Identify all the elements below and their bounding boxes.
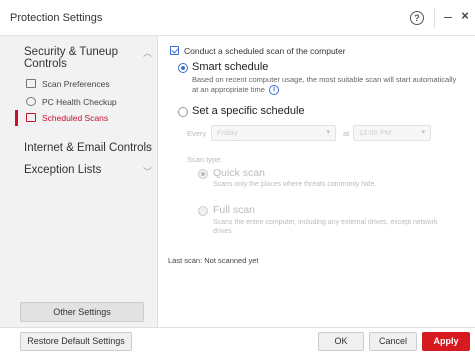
sidebar-section-label: Exception Lists bbox=[24, 164, 102, 176]
scan-preferences-icon bbox=[26, 79, 36, 88]
quick-scan-description: Scans only the places where threats comm… bbox=[213, 181, 377, 188]
specific-schedule-label: Set a specific schedule bbox=[192, 105, 305, 117]
every-day-select[interactable]: Friday ▾ bbox=[211, 125, 336, 141]
sidebar-section-label: Internet & Email Controls bbox=[24, 142, 152, 154]
gauge-icon bbox=[26, 97, 36, 106]
sidebar-item-label: PC Health Checkup bbox=[42, 97, 117, 107]
active-indicator bbox=[15, 110, 18, 126]
apply-button[interactable]: Apply bbox=[422, 332, 470, 351]
minimize-button[interactable]: – bbox=[442, 9, 454, 24]
chevron-down-icon: ▾ bbox=[421, 129, 425, 136]
sidebar-item-label: Scan Preferences bbox=[42, 79, 110, 89]
time-select[interactable]: 12:00 PM ▾ bbox=[353, 125, 431, 141]
conduct-scan-label: Conduct a scheduled scan of the computer bbox=[184, 46, 346, 56]
titlebar-separator bbox=[434, 8, 435, 28]
quick-scan-label: Quick scan bbox=[213, 167, 265, 179]
sidebar-section-internet-email[interactable]: Internet & Email Controls bbox=[24, 142, 152, 154]
title-bar: Protection Settings ? – × bbox=[0, 0, 475, 36]
chevron-down-icon[interactable]: ﹀ bbox=[143, 165, 152, 178]
sidebar-section-label: Security & Tuneup Controls bbox=[24, 46, 118, 70]
smart-schedule-radio[interactable] bbox=[178, 63, 188, 73]
chevron-down-icon[interactable]: ﹀ bbox=[143, 143, 152, 156]
full-scan-description: Scans the entire computer, including any… bbox=[213, 219, 438, 235]
close-button[interactable]: × bbox=[459, 9, 471, 23]
window-title: Protection Settings bbox=[10, 12, 103, 24]
main-content: Conduct a scheduled scan of the computer… bbox=[159, 36, 475, 327]
every-day-value: Friday bbox=[217, 128, 238, 137]
sidebar-item-label: Scheduled Scans bbox=[42, 113, 109, 123]
full-scan-label: Full scan bbox=[213, 204, 256, 216]
scan-type-label: Scan type: bbox=[187, 155, 223, 164]
sidebar-section-security-tuneup[interactable]: Security & Tuneup Controls bbox=[24, 46, 134, 70]
restore-default-settings-button[interactable]: Restore Default Settings bbox=[20, 332, 132, 351]
last-scan-status: Last scan: Not scanned yet bbox=[168, 256, 259, 265]
footer-bar: Restore Default Settings OK Cancel Apply bbox=[0, 327, 475, 353]
help-icon[interactable]: ? bbox=[410, 11, 424, 25]
smart-schedule-description-text: Based on recent computer usage, the most… bbox=[192, 75, 457, 94]
at-label: at bbox=[343, 129, 350, 138]
smart-schedule-label: Smart schedule bbox=[192, 61, 269, 73]
chevron-up-icon[interactable]: ︿ bbox=[143, 46, 152, 59]
smart-schedule-description: Based on recent computer usage, the most… bbox=[192, 75, 462, 96]
sidebar: Security & Tuneup Controls ︿ Scan Prefer… bbox=[0, 36, 158, 327]
full-scan-radio[interactable] bbox=[198, 206, 208, 216]
chevron-down-icon: ▾ bbox=[326, 129, 330, 136]
quick-scan-radio[interactable] bbox=[198, 169, 208, 179]
conduct-scan-checkbox[interactable] bbox=[170, 46, 179, 55]
ok-button[interactable]: OK bbox=[318, 332, 364, 351]
info-icon[interactable]: i bbox=[269, 85, 280, 96]
cancel-button[interactable]: Cancel bbox=[369, 332, 417, 351]
other-settings-button[interactable]: Other Settings bbox=[20, 302, 144, 322]
specific-schedule-radio[interactable] bbox=[178, 107, 188, 117]
every-label: Every bbox=[187, 129, 207, 138]
sidebar-section-exception-lists[interactable]: Exception Lists bbox=[24, 164, 101, 176]
time-value: 12:00 PM bbox=[359, 128, 392, 137]
calendar-icon bbox=[26, 113, 36, 122]
